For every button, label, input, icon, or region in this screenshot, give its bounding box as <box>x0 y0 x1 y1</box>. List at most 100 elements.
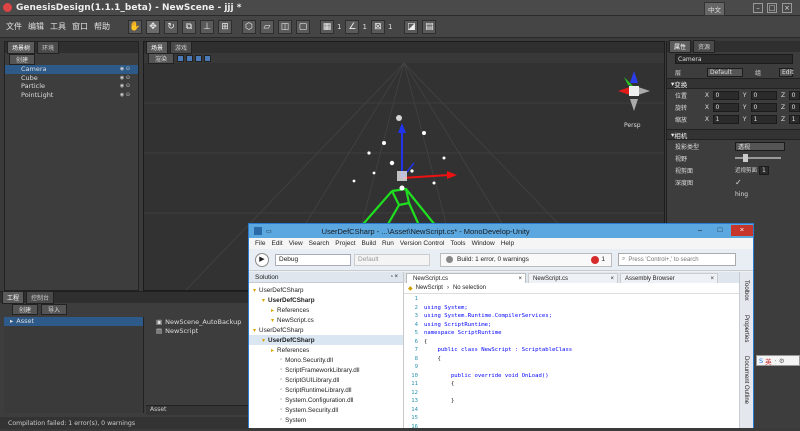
toolbox-tab[interactable]: Toolbox <box>743 280 749 301</box>
rect-tool-icon[interactable]: ⊞ <box>218 20 232 34</box>
md-menu-run[interactable]: Run <box>382 240 394 247</box>
solution-item[interactable]: ▸References <box>249 305 403 315</box>
move-tool-icon[interactable]: ✥ <box>146 20 160 34</box>
run-icon[interactable]: ▶ <box>255 253 269 267</box>
new-file-icon[interactable]: ▤ <box>422 20 436 34</box>
tab-properties[interactable]: 属性 <box>669 40 691 53</box>
md-maximize-icon[interactable]: □ <box>711 225 729 236</box>
view-option-icon[interactable] <box>204 55 211 62</box>
menu-tools[interactable]: 工具 <box>50 21 66 32</box>
hierarchy-item[interactable]: Camera◉ ⊙ <box>5 65 138 74</box>
solution-item[interactable]: ▫Mono.Security.dll <box>249 355 403 365</box>
scale-x-field[interactable]: 1 <box>713 115 739 124</box>
code-editor[interactable]: 12using System;3using System.Runtime.Com… <box>404 294 739 431</box>
solution-item[interactable]: ▫ScriptFrameworkLibrary.dll <box>249 365 403 375</box>
solution-item[interactable]: ▫ScriptRuntimeLibrary.dll <box>249 385 403 395</box>
tab-hierarchy[interactable]: 场景树 <box>7 41 35 54</box>
error-icon[interactable] <box>591 256 599 264</box>
perspective-label[interactable]: Persp <box>624 122 641 129</box>
position-z-field[interactable]: 0 <box>789 91 800 100</box>
hierarchy-item[interactable]: Cube◉ ⊙ <box>5 74 138 83</box>
solution-item[interactable]: ▾UserDefCSharp <box>249 325 403 335</box>
tab-console[interactable]: 控制台 <box>26 291 54 304</box>
view-option-icon[interactable] <box>177 55 184 62</box>
save-icon[interactable]: ◪ <box>404 20 418 34</box>
grid-snap-value[interactable]: 1 <box>337 23 341 31</box>
eye-icon[interactable]: ◉ ⊙ <box>120 75 130 81</box>
layer-dropdown[interactable]: Default <box>707 68 743 77</box>
rotation-x-field[interactable]: 0 <box>713 103 739 112</box>
editor-tab[interactable]: Assembly Browser× <box>620 273 718 283</box>
hierarchy-create-button[interactable]: 创建 <box>9 54 35 65</box>
angle-icon[interactable]: ∠ <box>345 20 359 34</box>
menu-help[interactable]: 帮助 <box>94 21 110 32</box>
axis-tool-icon[interactable]: ⊥ <box>200 20 214 34</box>
plane-icon[interactable]: ▱ <box>260 20 274 34</box>
eye-icon[interactable]: ◉ ⊙ <box>120 66 130 72</box>
menu-window[interactable]: 窗口 <box>72 21 88 32</box>
solution-item[interactable]: ▫System.Configuration.dll <box>249 395 403 405</box>
md-menu-version-control[interactable]: Version Control <box>400 240 444 247</box>
document-outline-tab[interactable]: Document Outline <box>743 356 749 404</box>
maximize-icon[interactable]: □ <box>767 3 777 13</box>
solution-item[interactable]: ▾UserDefCSharp <box>249 295 403 305</box>
platform-dropdown[interactable]: Default <box>354 254 430 266</box>
tab-project[interactable]: 工程 <box>2 291 24 304</box>
solution-item[interactable]: ▾NewScript.cs <box>249 315 403 325</box>
solution-item[interactable]: ▫ScriptGUILibrary.dll <box>249 375 403 385</box>
transform-section-header[interactable]: ▾ 变换 <box>667 78 800 89</box>
md-search-input[interactable]: ⌕ Press 'Control+,' to search <box>618 253 736 266</box>
asset-folder[interactable]: ▸Asset <box>4 317 143 326</box>
project-create-button[interactable]: 创建 <box>12 304 38 315</box>
scale-tool-icon[interactable]: ⧉ <box>182 20 196 34</box>
properties-tab[interactable]: Properties <box>743 315 749 342</box>
orientation-gizmo-icon[interactable] <box>614 67 654 122</box>
tab-close-icon[interactable]: × <box>710 276 714 282</box>
breadcrumb-file[interactable]: NewScript <box>416 285 443 291</box>
tab-environment[interactable]: 环境 <box>37 41 59 54</box>
depth-checkbox[interactable]: ✓ <box>735 178 742 187</box>
angle-snap-value[interactable]: 1 <box>362 23 366 31</box>
edit-button[interactable]: Edit <box>779 68 793 77</box>
scale-snap-value[interactable]: 1 <box>388 23 392 31</box>
file-item[interactable]: ▣NewScene_AutoBackup <box>150 318 241 327</box>
solution-item[interactable]: ▫System <box>249 415 403 425</box>
breadcrumb-selection[interactable]: No selection <box>453 285 486 291</box>
solution-item[interactable]: ▾UserDefCSharp <box>249 285 403 295</box>
tab-close-icon[interactable]: × <box>518 276 522 282</box>
md-menu-file[interactable]: File <box>255 240 265 247</box>
position-x-field[interactable]: 0 <box>713 91 739 100</box>
hierarchy-item[interactable]: PointLight◉ ⊙ <box>5 91 138 100</box>
editor-tab-active[interactable]: NewScript.cs× <box>406 273 526 283</box>
menu-edit[interactable]: 编辑 <box>28 21 44 32</box>
rotate-tool-icon[interactable]: ↻ <box>164 20 178 34</box>
projection-dropdown[interactable]: 透视 <box>735 142 785 151</box>
md-menu-window[interactable]: Window <box>472 240 495 247</box>
md-menu-edit[interactable]: Edit <box>271 240 282 247</box>
tab-close-icon[interactable]: × <box>610 276 614 282</box>
project-import-button[interactable]: 导入 <box>41 304 67 315</box>
config-dropdown[interactable]: Debug <box>275 254 351 266</box>
pad-close-icon[interactable]: ▫ × <box>391 274 398 280</box>
menu-file[interactable]: 文件 <box>6 21 22 32</box>
near-clip-field[interactable]: 1 <box>759 166 769 175</box>
tab-assets[interactable]: 资源 <box>693 40 715 53</box>
eye-icon[interactable]: ◉ ⊙ <box>120 83 130 89</box>
md-menu-tools[interactable]: Tools <box>450 240 465 247</box>
close-icon[interactable]: × <box>782 3 792 13</box>
camera-section-header[interactable]: ▾ 相机 <box>667 129 800 140</box>
md-menu-view[interactable]: View <box>289 240 303 247</box>
md-menu-build[interactable]: Build <box>362 240 376 247</box>
md-close-icon[interactable]: × <box>731 225 753 236</box>
object-name-field[interactable]: Camera <box>675 54 793 64</box>
rotation-z-field[interactable]: 0 <box>789 103 800 112</box>
minimize-icon[interactable]: – <box>753 3 763 13</box>
md-menu-search[interactable]: Search <box>309 240 330 247</box>
md-menu-project[interactable]: Project <box>335 240 355 247</box>
rotation-y-field[interactable]: 0 <box>751 103 777 112</box>
ime-indicator[interactable]: 中文 <box>704 2 725 16</box>
view-option-icon[interactable] <box>195 55 202 62</box>
scale-snap-icon[interactable]: ⊠ <box>371 20 385 34</box>
fov-slider[interactable] <box>735 157 781 159</box>
hand-tool-icon[interactable]: ✋ <box>128 20 142 34</box>
